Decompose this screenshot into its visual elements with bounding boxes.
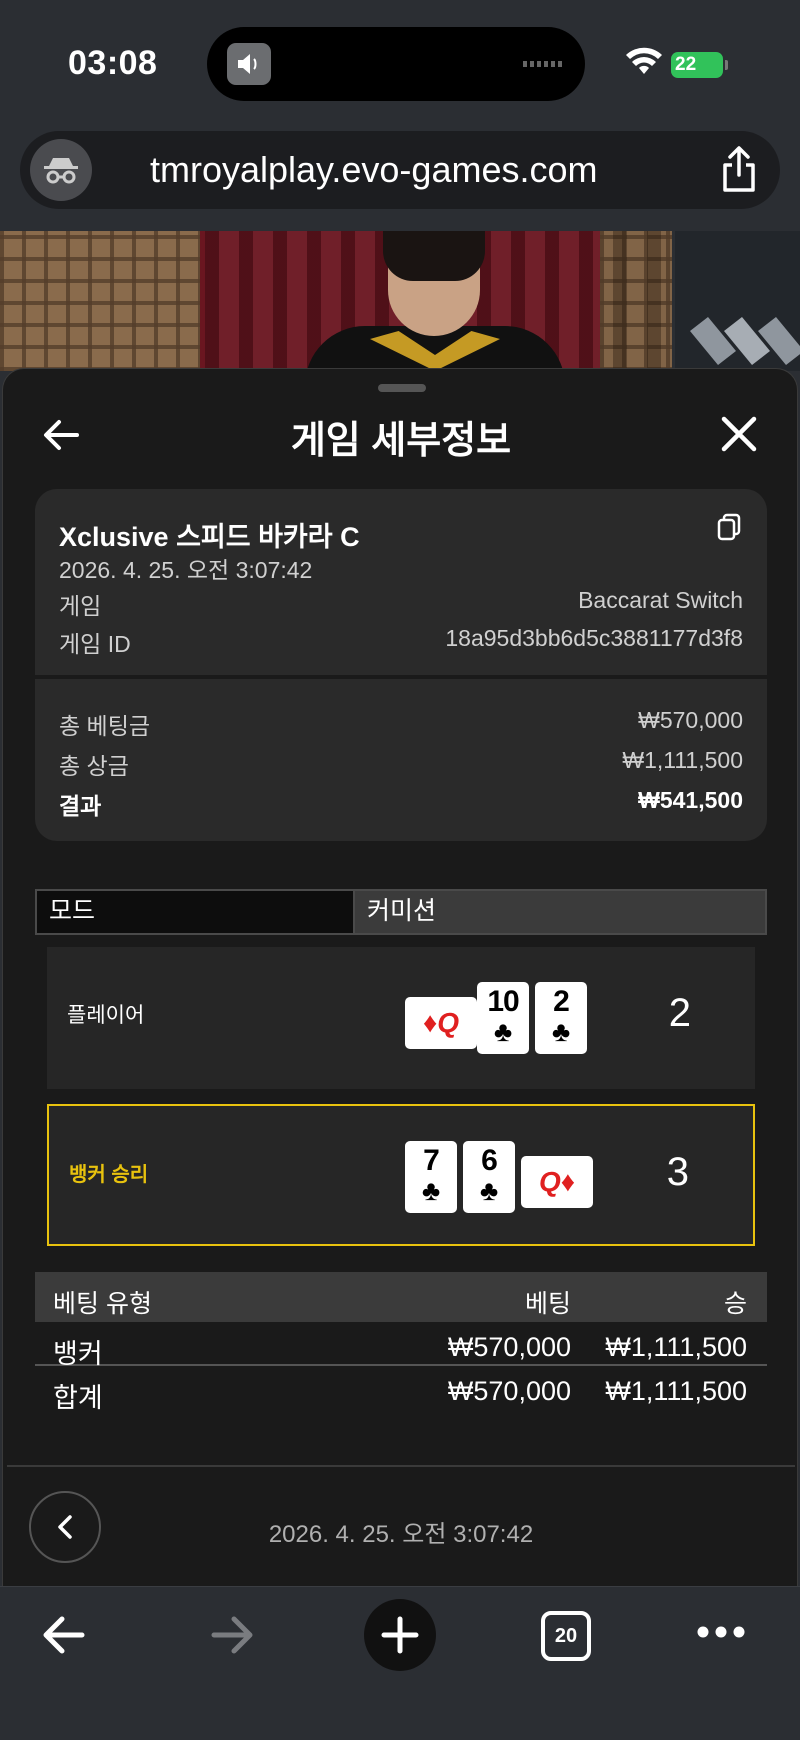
card-rank: 10	[487, 985, 519, 1018]
banker-win-label: 뱅커 승리	[69, 1164, 149, 1186]
playing-card: 7 ♣	[405, 1141, 457, 1213]
game-id-label: 게임 ID	[59, 631, 131, 657]
col-bet-type: 베팅 유형	[53, 1290, 152, 1318]
browser-toolbar: 20	[0, 1586, 800, 1740]
card-suit: ♣	[551, 1016, 571, 1047]
total-bet-label: 총 베팅금	[59, 713, 151, 739]
player-score: 2	[668, 991, 691, 1035]
plus-icon	[381, 1616, 419, 1654]
page-title: 게임 세부정보	[290, 420, 512, 462]
card-suit: ♣	[493, 1016, 513, 1047]
total-bet-value: ₩570,000	[638, 707, 743, 733]
volume-dots	[523, 61, 565, 67]
battery-icon: 22	[671, 52, 728, 78]
result-value: ₩541,500	[638, 787, 743, 813]
card-suit: ♦	[560, 1166, 576, 1197]
game-label: 게임	[59, 593, 102, 619]
wood-lattice-left	[0, 231, 200, 371]
wood-lattice-right	[600, 231, 672, 371]
battery-level: 22	[675, 54, 697, 75]
share-icon[interactable]	[720, 145, 758, 198]
game-datetime: 2026. 4. 25. 오전 3:07:42	[59, 557, 313, 583]
close-icon	[721, 416, 757, 452]
game-id-value: 18a95d3bb6d5c3881177d3f8	[445, 625, 743, 651]
card-rank: 2	[553, 985, 570, 1018]
playing-card: ♦Q	[405, 997, 477, 1049]
card-suit: ♣	[479, 1175, 499, 1206]
tab-mode[interactable]: 모드	[37, 891, 355, 933]
more-dots-icon	[697, 1626, 745, 1638]
card-rank: 6	[481, 1144, 498, 1177]
bet-table: 베팅 유형 베팅 승 뱅커 ₩570,000 ₩1,111,500 합계 ₩57…	[35, 1272, 767, 1413]
address-bar[interactable]: tmroyalplay.evo-games.com	[20, 131, 780, 209]
table-row: 뱅커 ₩570,000 ₩1,111,500	[35, 1322, 767, 1369]
tab-commission[interactable]: 커미션	[355, 891, 765, 933]
game-value: Baccarat Switch	[578, 587, 743, 613]
playing-card: 2 ♣	[535, 982, 587, 1054]
table-header: 베팅 유형 베팅 승	[35, 1272, 767, 1322]
arrow-right-icon	[211, 1616, 253, 1654]
card-rank: Q	[437, 1007, 460, 1038]
more-menu-button[interactable]	[696, 1625, 746, 1644]
total-payout-label: 총 상금	[59, 753, 129, 779]
win-amount-cell: ₩1,111,500	[605, 1332, 747, 1362]
total-payout-value: ₩1,111,500	[622, 747, 743, 773]
player-label: 플레이어	[67, 1004, 145, 1027]
banker-score: 3	[666, 1150, 689, 1194]
footer-divider	[7, 1465, 795, 1467]
card-rank: Q	[538, 1166, 561, 1197]
speaker-icon	[227, 43, 271, 85]
game-info-section: Xclusive 스피드 바카라 C 2026. 4. 25. 오전 3:07:…	[35, 489, 767, 675]
win-amount-cell: ₩1,111,500	[605, 1376, 747, 1406]
playing-card: Q♦	[521, 1156, 593, 1208]
tabs-button[interactable]: 20	[541, 1611, 591, 1661]
browser-back-button[interactable]	[40, 1605, 88, 1670]
col-win: 승	[723, 1290, 747, 1318]
bet-amount-cell: ₩570,000	[447, 1332, 571, 1362]
tabs-count: 20	[554, 1625, 578, 1647]
dealer-hair	[383, 231, 485, 281]
live-video-feed	[0, 231, 800, 371]
playing-card: 10 ♣	[477, 982, 529, 1054]
game-details-sheet: 게임 세부정보 Xclusive 스피드 바카라 C 2026. 4. 25. …	[2, 368, 798, 1586]
col-bet: 베팅	[524, 1290, 571, 1318]
result-label: 결과	[59, 793, 102, 819]
card-divider	[35, 675, 767, 679]
mode-tabs: 모드 커미션	[35, 889, 767, 935]
card-suit: ♦	[422, 1007, 438, 1038]
studio-logo-icon	[690, 317, 800, 365]
incognito-icon[interactable]	[30, 139, 92, 201]
bet-amount-cell: ₩570,000	[447, 1376, 571, 1406]
footer-datetime: 2026. 4. 25. 오전 3:07:42	[268, 1521, 534, 1548]
game-name: Xclusive 스피드 바카라 C	[59, 522, 360, 552]
new-tab-button[interactable]	[364, 1599, 436, 1671]
status-time: 03:08	[68, 44, 158, 82]
card-suit: ♣	[421, 1175, 441, 1206]
arrow-left-icon	[43, 1616, 85, 1654]
wifi-icon	[625, 46, 663, 81]
close-button[interactable]	[719, 414, 759, 454]
playing-card: 6 ♣	[463, 1141, 515, 1213]
banker-outcome-row: 뱅커 승리 7 ♣ 6 ♣ Q♦ 3	[47, 1104, 755, 1246]
bet-type-cell: 합계	[53, 1383, 103, 1413]
dynamic-island	[207, 27, 585, 101]
sheet-grabber[interactable]	[378, 384, 426, 392]
status-bar: 03:08 22	[0, 0, 800, 125]
browser-forward-button[interactable]	[208, 1605, 256, 1670]
player-outcome-row: 플레이어 ♦Q 10 ♣ 2 ♣ 2	[47, 947, 755, 1089]
card-rank: 7	[423, 1144, 440, 1177]
table-total-row: 합계 ₩570,000 ₩1,111,500	[35, 1366, 767, 1413]
url-text[interactable]: tmroyalplay.evo-games.com	[150, 149, 598, 191]
game-summary-card: Xclusive 스피드 바카라 C 2026. 4. 25. 오전 3:07:…	[35, 489, 767, 841]
copy-icon[interactable]	[717, 513, 741, 546]
